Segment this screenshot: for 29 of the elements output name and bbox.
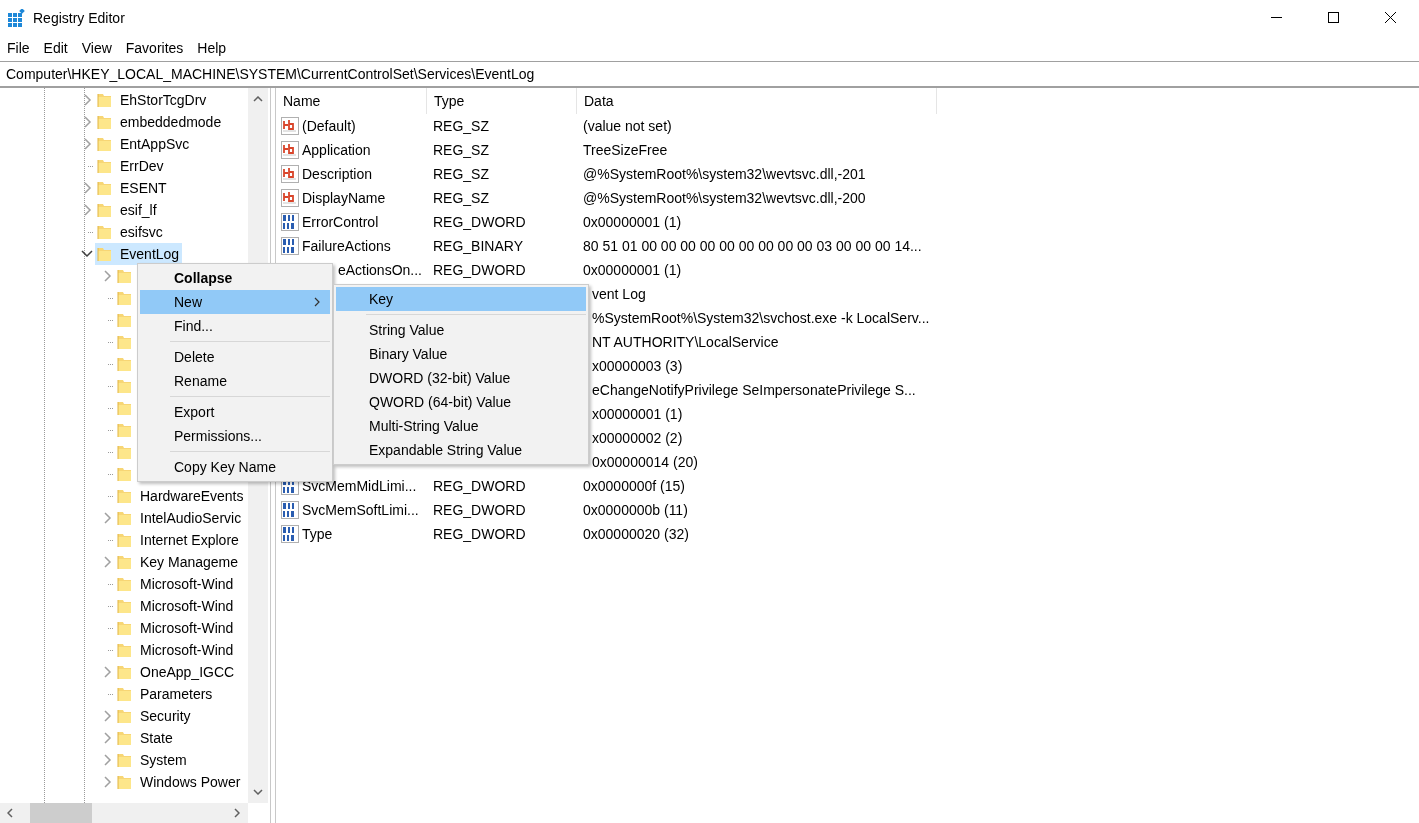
value-data: 0x0000000b (11) — [583, 502, 688, 518]
value-data: 80 51 01 00 00 00 00 00 00 00 00 00 03 00 00 00 14... — [583, 238, 922, 254]
value-data: 0x00000014 (20) — [592, 454, 698, 470]
value-data: eChangeNotifyPrivilege SeImpersonatePrivilege S... — [592, 382, 916, 398]
value-type: REG_SZ — [433, 166, 489, 182]
window-title: Registry Editor — [33, 9, 125, 26]
value-type: REG_DWORD — [433, 526, 526, 542]
value-data: 0x00000001 (1) — [583, 214, 682, 230]
value-data: 0x0000000f (15) — [583, 478, 685, 494]
value-type: REG_DWORD — [433, 502, 526, 518]
value-data: %SystemRoot%\System32\svchost.exe -k LocalServ... — [592, 310, 930, 326]
value-type: REG_SZ — [433, 142, 489, 158]
value-data: x00000003 (3) — [592, 358, 683, 374]
value-type: REG_SZ — [433, 118, 489, 134]
value-type: REG_DWORD — [433, 262, 526, 278]
value-data: TreeSizeFree — [583, 142, 668, 158]
value-data: 0x00000020 (32) — [583, 526, 689, 542]
value-data: @%SystemRoot%\system32\wevtsvc.dll,-201 — [583, 166, 866, 182]
value-type: REG_SZ — [433, 190, 489, 206]
value-data: vent Log — [592, 286, 646, 302]
value-data: @%SystemRoot%\system32\wevtsvc.dll,-200 — [583, 190, 866, 206]
value-type: REG_DWORD — [433, 478, 526, 494]
value-data: 0x00000001 (1) — [583, 262, 682, 278]
value-data: x00000001 (1) — [592, 406, 683, 422]
value-data: x00000002 (2) — [592, 430, 683, 446]
value-type: REG_BINARY — [433, 238, 523, 254]
value-type: REG_DWORD — [433, 214, 526, 230]
value-data: (value not set) — [583, 118, 672, 134]
value-data: NT AUTHORITY\LocalService — [592, 334, 779, 350]
